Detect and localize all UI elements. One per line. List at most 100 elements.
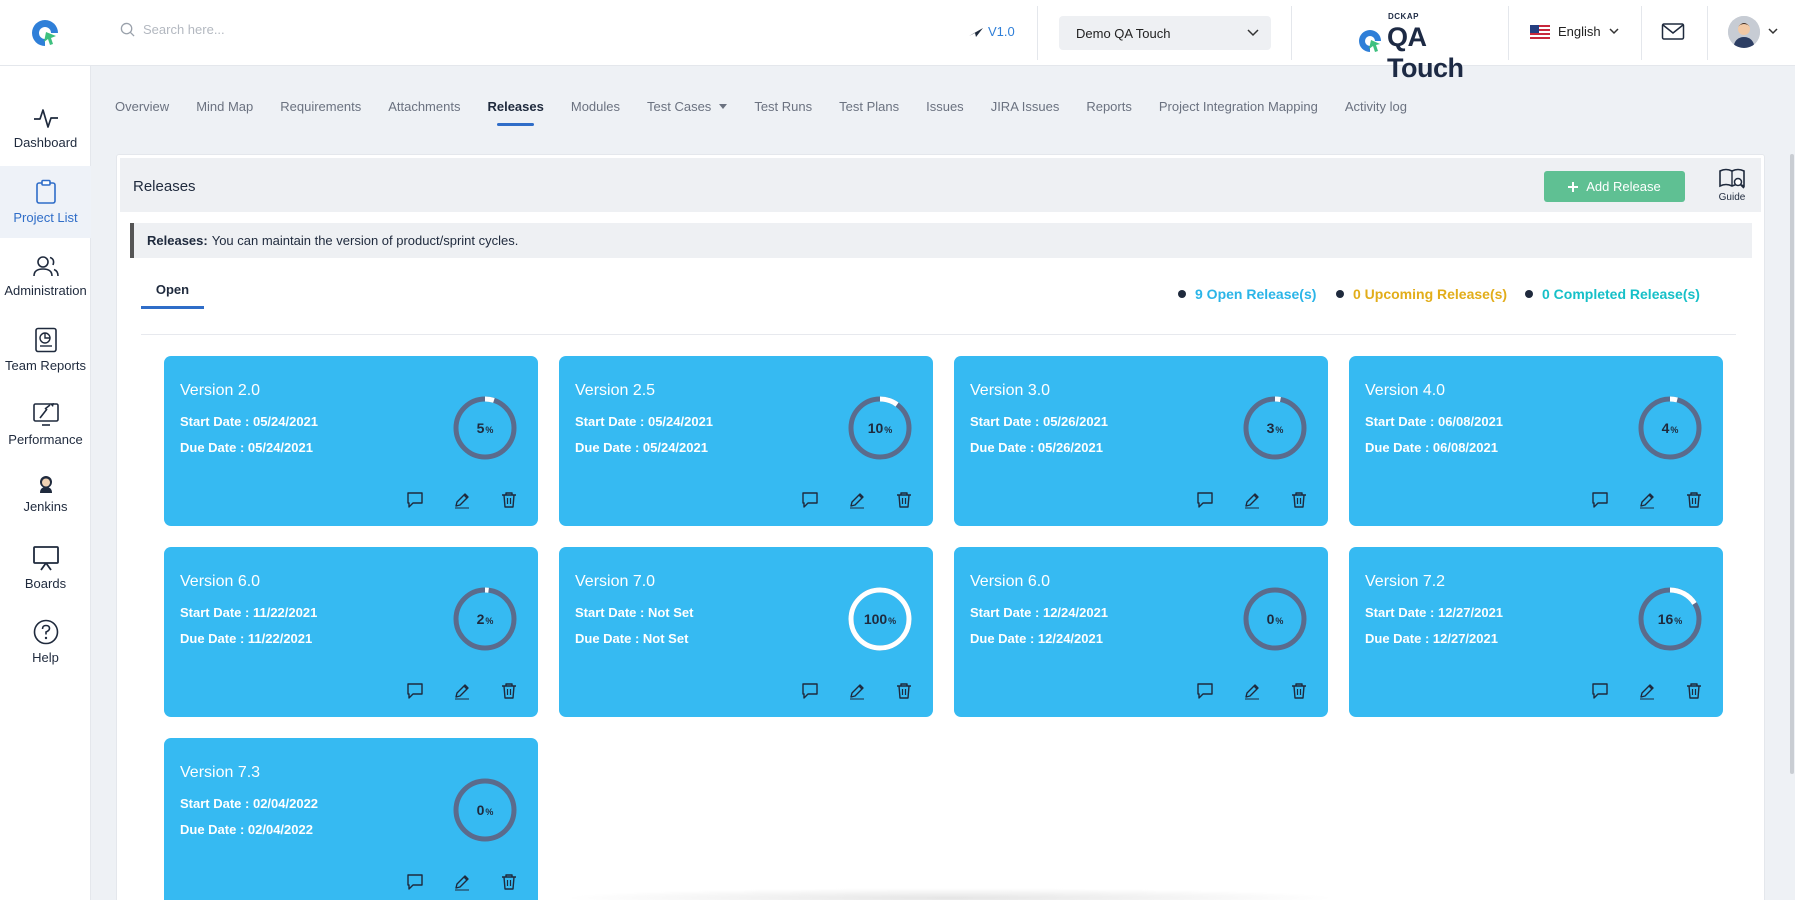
release-card[interactable]: Version 2.5 Start Date : 05/24/2021 Due Da… (559, 356, 933, 526)
tab-reports[interactable]: Reports (1086, 94, 1132, 118)
sidebar-item-jenkins[interactable]: Jenkins (0, 458, 91, 530)
release-card[interactable]: Version 7.0 Start Date : Not Set Due Date … (559, 547, 933, 717)
edit-icon[interactable] (848, 491, 866, 509)
edit-icon[interactable] (1638, 682, 1656, 700)
sidebar-item-performance[interactable]: Performance (0, 388, 91, 460)
progress-label: 3% (1242, 395, 1308, 461)
release-start-date: Start Date : 06/08/2021 (1365, 414, 1504, 429)
tab-activity-log[interactable]: Activity log (1345, 94, 1407, 118)
top-header: V1.0 Demo QA Touch DCKAP QA Touch Englis… (0, 0, 1795, 83)
edit-icon[interactable] (453, 682, 471, 700)
comment-icon[interactable] (406, 873, 424, 891)
avatar[interactable] (1728, 16, 1760, 48)
delete-icon[interactable] (500, 682, 518, 700)
upcoming-release-count[interactable]: 0 Upcoming Release(s) (1336, 286, 1507, 302)
sidebar-item-dashboard[interactable]: Dashboard (0, 92, 91, 164)
tab-label: Modules (570, 98, 620, 114)
tab-overview[interactable]: Overview (115, 94, 169, 118)
sidebar-item-label: Project List (13, 210, 78, 225)
project-select[interactable]: Demo QA Touch (1059, 16, 1271, 50)
open-release-count[interactable]: 9 Open Release(s) (1178, 286, 1316, 302)
release-title[interactable]: Version 2.0 (180, 382, 260, 400)
release-card[interactable]: Version 6.0 Start Date : 11/22/2021 Due Da… (164, 547, 538, 717)
release-card[interactable]: Version 3.0 Start Date : 05/26/2021 Due Da… (954, 356, 1328, 526)
edit-icon[interactable] (453, 873, 471, 891)
release-card[interactable]: Version 6.0 Start Date : 12/24/2021 Due Da… (954, 547, 1328, 717)
add-release-button[interactable]: Add Release (1544, 171, 1685, 202)
version-label: V1.0 (988, 24, 1015, 39)
delete-icon[interactable] (1290, 491, 1308, 509)
delete-icon[interactable] (1685, 682, 1703, 700)
sidebar-item-boards[interactable]: Boards (0, 532, 91, 604)
tab-modules[interactable]: Modules (571, 94, 620, 118)
app-logo-icon[interactable] (30, 18, 60, 48)
tab-open[interactable]: Open (141, 275, 204, 309)
release-card[interactable]: Version 2.0 Start Date : 05/24/2021 Due Da… (164, 356, 538, 526)
search-input[interactable] (143, 22, 403, 37)
language-select[interactable]: English (1530, 24, 1619, 39)
release-due-date: Due Date : 11/22/2021 (180, 631, 313, 646)
comment-icon[interactable] (1591, 491, 1609, 509)
release-title[interactable]: Version 7.3 (180, 764, 260, 782)
release-card[interactable]: Version 4.0 Start Date : 06/08/2021 Due Da… (1349, 356, 1723, 526)
sidebar-item-help[interactable]: Help (0, 606, 91, 678)
edit-icon[interactable] (1638, 491, 1656, 509)
tab-jira-issues[interactable]: JIRA Issues (991, 94, 1060, 118)
release-card[interactable]: Version 7.3 Start Date : 02/04/2022 Due Da… (164, 738, 538, 900)
mail-icon[interactable] (1661, 22, 1685, 42)
edit-icon[interactable] (453, 491, 471, 509)
brand-logo: DCKAP QA Touch (1357, 12, 1489, 83)
comment-icon[interactable] (801, 491, 819, 509)
tab-test-cases[interactable]: Test Cases (647, 94, 728, 118)
edit-icon[interactable] (1243, 491, 1261, 509)
release-title[interactable]: Version 4.0 (1365, 382, 1445, 400)
delete-icon[interactable] (500, 491, 518, 509)
delete-icon[interactable] (1290, 682, 1308, 700)
comment-icon[interactable] (406, 682, 424, 700)
comment-icon[interactable] (1196, 682, 1214, 700)
progress-label: 2% (452, 586, 518, 652)
guide-button[interactable]: Guide (1712, 167, 1752, 203)
release-title[interactable]: Version 6.0 (180, 573, 260, 591)
tab-project-integration-mapping[interactable]: Project Integration Mapping (1159, 94, 1318, 118)
tab-releases[interactable]: Releases (487, 94, 544, 126)
release-due-date: Due Date : 12/27/2021 (1365, 631, 1498, 646)
tab-test-runs[interactable]: Test Runs (754, 94, 812, 118)
tab-requirements[interactable]: Requirements (280, 94, 361, 118)
release-title[interactable]: Version 7.0 (575, 573, 655, 591)
tab-test-plans[interactable]: Test Plans (839, 94, 899, 118)
release-start-date: Start Date : 12/24/2021 (970, 605, 1109, 620)
divider (1291, 6, 1292, 60)
sidebar-item-team-reports[interactable]: Team Reports (0, 314, 91, 386)
tab-attachments[interactable]: Attachments (388, 94, 460, 118)
comment-icon[interactable] (406, 491, 424, 509)
delete-icon[interactable] (895, 491, 913, 509)
comment-icon[interactable] (1591, 682, 1609, 700)
tab-mind-map[interactable]: Mind Map (196, 94, 253, 118)
release-title[interactable]: Version 3.0 (970, 382, 1050, 400)
search-box[interactable] (120, 22, 403, 37)
release-title[interactable]: Version 2.5 (575, 382, 655, 400)
percent-sign: % (884, 424, 893, 435)
version-badge[interactable]: V1.0 (968, 24, 1015, 39)
completed-release-count[interactable]: 0 Completed Release(s) (1525, 286, 1700, 302)
comment-icon[interactable] (1196, 491, 1214, 509)
progress-value: 16 (1657, 611, 1674, 627)
comment-icon[interactable] (801, 682, 819, 700)
delete-icon[interactable] (895, 682, 913, 700)
percent-sign: % (485, 424, 494, 435)
release-title[interactable]: Version 6.0 (970, 573, 1050, 591)
edit-icon[interactable] (1243, 682, 1261, 700)
release-card[interactable]: Version 7.2 Start Date : 12/27/2021 Due Da… (1349, 547, 1723, 717)
chevron-down-icon[interactable] (1768, 28, 1778, 35)
tab-issues[interactable]: Issues (926, 94, 964, 118)
release-title[interactable]: Version 7.2 (1365, 573, 1445, 591)
sidebar-item-administration[interactable]: Administration (0, 240, 91, 312)
delete-icon[interactable] (1685, 491, 1703, 509)
scrollbar[interactable] (1790, 154, 1794, 774)
delete-icon[interactable] (500, 873, 518, 891)
edit-icon[interactable] (848, 682, 866, 700)
release-due-date: Due Date : 05/26/2021 (970, 440, 1103, 455)
sidebar-item-project-list[interactable]: Project List (0, 166, 91, 238)
chevron-down-icon (1247, 29, 1259, 37)
